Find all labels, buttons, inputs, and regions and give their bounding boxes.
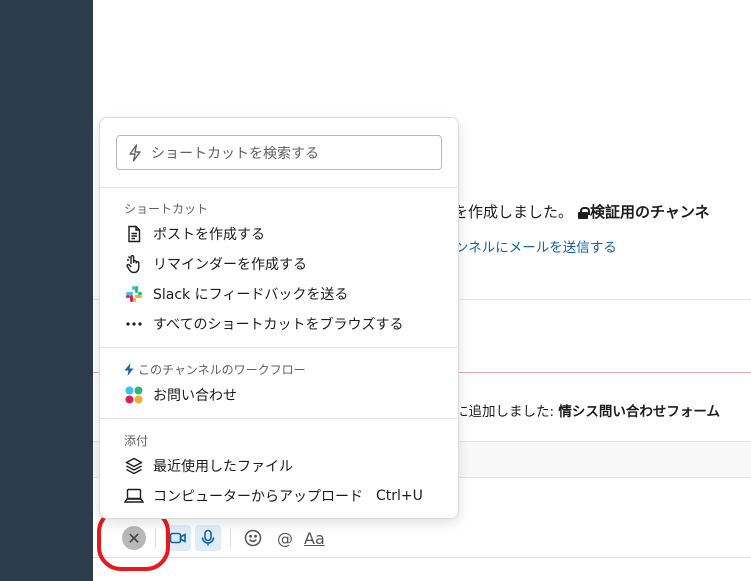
layers-icon — [124, 456, 144, 476]
toolbar-separator-2 — [230, 528, 231, 548]
emoji-icon — [244, 529, 262, 547]
section-divider — [100, 187, 458, 188]
audio-clip-button[interactable] — [195, 525, 221, 551]
menu-item-upload-from-computer[interactable]: コンピューターからアップロード Ctrl+U — [124, 484, 444, 508]
menu-item-label: すべてのショートカットをブラウズする — [153, 317, 404, 333]
menu-item-label: リマインダーを作成する — [153, 257, 307, 273]
workspace-sidebar — [0, 0, 93, 581]
menu-item-recent-files[interactable]: 最近使用したファイル — [124, 454, 444, 478]
emoji-button[interactable] — [240, 525, 266, 551]
section-divider — [100, 347, 458, 348]
menu-item-create-post[interactable]: ポストを作成する — [124, 222, 444, 246]
menu-item-label: コンピューターからアップロード — [153, 489, 363, 505]
menu-item-browse-all[interactable]: すべてのショートカットをブラウズする — [124, 312, 444, 336]
workflow-icon — [124, 385, 144, 405]
workflows-title-text: このチャンネルのワークフロー — [138, 363, 306, 377]
section-title-shortcuts: ショートカット — [124, 202, 209, 216]
send-email-link[interactable]: ンネルにメールを送信する — [455, 236, 617, 256]
shortcut-search-input[interactable]: ショートカットを検索する — [116, 135, 442, 170]
section-divider — [100, 418, 458, 419]
more-dots-icon — [124, 314, 144, 334]
workflow-added-message: に追加しました: 情シス問い合わせフォーム — [455, 400, 720, 420]
section-title-workflows: このチャンネルのワークフロー — [124, 361, 306, 378]
lightning-icon — [129, 143, 141, 162]
workflow-added-text: に追加しました: — [455, 404, 559, 420]
microphone-icon — [201, 529, 215, 546]
search-placeholder: ショートカットを検索する — [151, 145, 319, 162]
mention-button[interactable]: @ — [272, 525, 298, 551]
video-icon — [169, 532, 186, 544]
format-button[interactable]: Aa — [304, 529, 325, 548]
menu-item-label: お問い合わせ — [153, 388, 237, 404]
shortcuts-menu: ショートカットを検索する ショートカット ポストを作成する リマインダーを作成す… — [99, 117, 459, 519]
composer-border — [93, 557, 751, 558]
channel-created-message: ルを作成しました。 検証用のチャンネ — [438, 201, 710, 222]
menu-item-label: Slack にフィードバックを送る — [153, 287, 349, 303]
document-icon — [124, 224, 144, 244]
workflow-name[interactable]: 情シス問い合わせフォーム — [558, 404, 720, 420]
lightning-icon — [124, 363, 134, 376]
hand-pointer-icon — [124, 254, 144, 274]
menu-item-send-feedback[interactable]: Slack にフィードバックを送る — [124, 282, 444, 306]
menu-item-label: ポストを作成する — [153, 227, 265, 243]
keyboard-shortcut: Ctrl+U — [376, 488, 423, 504]
laptop-icon — [124, 486, 144, 506]
slack-logo-icon — [124, 284, 144, 304]
menu-item-inquiry-workflow[interactable]: お問い合わせ — [124, 383, 444, 407]
channel-name[interactable]: 検証用のチャンネ — [590, 203, 710, 221]
section-title-attachments: 添付 — [124, 434, 149, 448]
menu-item-label: 最近使用したファイル — [153, 459, 293, 475]
lock-icon — [578, 207, 591, 219]
menu-item-create-reminder[interactable]: リマインダーを作成する — [124, 252, 444, 276]
